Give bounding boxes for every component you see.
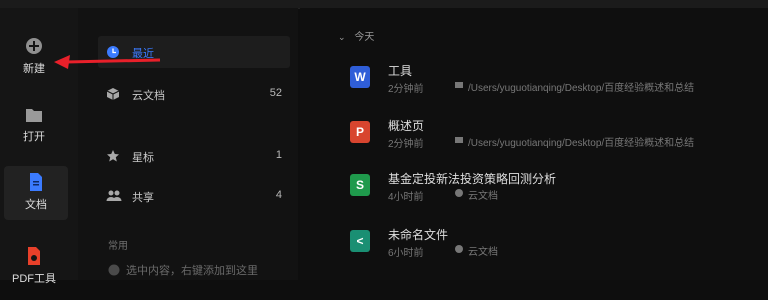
presentation-icon: P — [350, 121, 370, 143]
sidebar-item-count: 4 — [275, 189, 282, 201]
star-icon — [107, 150, 119, 162]
users-icon — [106, 190, 122, 201]
file-location: /Users/yuguotianqing/Desktop/百度经验概述和总结 — [468, 138, 695, 149]
sidebar-hint-text: 选中内容，右键添加到这里 — [126, 265, 258, 277]
file-row[interactable]: P 概述页 2分钟前 /Users/yuguotianqing/Desktop/… — [350, 117, 760, 163]
local-disk-icon — [455, 137, 463, 143]
file-time: 2分钟前 — [388, 84, 424, 95]
folder-icon — [26, 109, 42, 122]
file-location: 云文档 — [468, 247, 498, 258]
pdf-icon — [28, 247, 40, 265]
cube-icon — [106, 88, 120, 100]
cloud-icon — [455, 189, 463, 197]
annotation-arrow-icon — [54, 55, 161, 69]
sidebar-item-label: 星标 — [132, 152, 154, 164]
sidebar-item-label: 共享 — [132, 192, 154, 204]
group-header-today[interactable]: ⌄ 今天 — [338, 28, 375, 43]
sidebar-hint: 选中内容，右键添加到这里 — [108, 262, 298, 278]
plus-circle-icon — [26, 38, 42, 54]
pdf-tools-label: PDF工具 — [12, 273, 56, 285]
sidebar-item-starred[interactable]: 星标 1 — [98, 140, 290, 172]
file-name: 概述页 — [388, 119, 425, 133]
sidebar-item-cloud-docs[interactable]: 云文档 52 — [98, 78, 290, 110]
cloud-icon — [455, 245, 463, 253]
file-time: 6小时前 — [388, 248, 424, 259]
sidebar-item-label: 云文档 — [132, 90, 165, 102]
group-header-label: 今天 — [354, 32, 375, 43]
sidebar-item-count: 1 — [275, 149, 282, 161]
file-location: 云文档 — [468, 191, 498, 202]
sidebar-item-count: 52 — [269, 87, 282, 99]
file-time: 2分钟前 — [388, 139, 424, 150]
left-nav-rail: 新建 打开 文档 PDF工具 — [0, 8, 78, 285]
writer-icon: W — [350, 66, 370, 88]
file-time: 4小时前 — [388, 192, 424, 203]
document-icon — [30, 173, 42, 191]
spreadsheet-icon: S — [350, 174, 370, 196]
open-button[interactable]: 打开 — [0, 106, 68, 160]
file-row[interactable]: < 未命名文件 6小时前 云文档 — [350, 226, 760, 272]
file-row[interactable]: S 基金定投新法投资策略回测分析 4小时前 云文档 — [350, 170, 760, 216]
file-row[interactable]: W 工具 2分钟前 /Users/yuguotianqing/Desktop/百… — [350, 62, 760, 108]
open-label: 打开 — [23, 131, 45, 143]
pdf-tools-button[interactable]: PDF工具 — [0, 246, 68, 300]
sidebar-item-shared[interactable]: 共享 4 — [98, 180, 290, 212]
info-icon — [108, 264, 120, 276]
docs-nav-item[interactable]: 文档 — [4, 166, 68, 220]
sidebar-section-frequent: 常用 — [108, 241, 128, 252]
chevron-down-icon: ⌄ — [338, 32, 346, 42]
file-name: 工具 — [388, 64, 413, 78]
docs-label: 文档 — [25, 199, 47, 211]
file-name: 基金定投新法投资策略回测分析 — [388, 172, 557, 186]
local-disk-icon — [455, 82, 463, 88]
file-location: /Users/yuguotianqing/Desktop/百度经验概述和总结 — [468, 83, 695, 94]
mindmap-icon: < — [350, 230, 370, 252]
file-name: 未命名文件 — [388, 228, 449, 242]
